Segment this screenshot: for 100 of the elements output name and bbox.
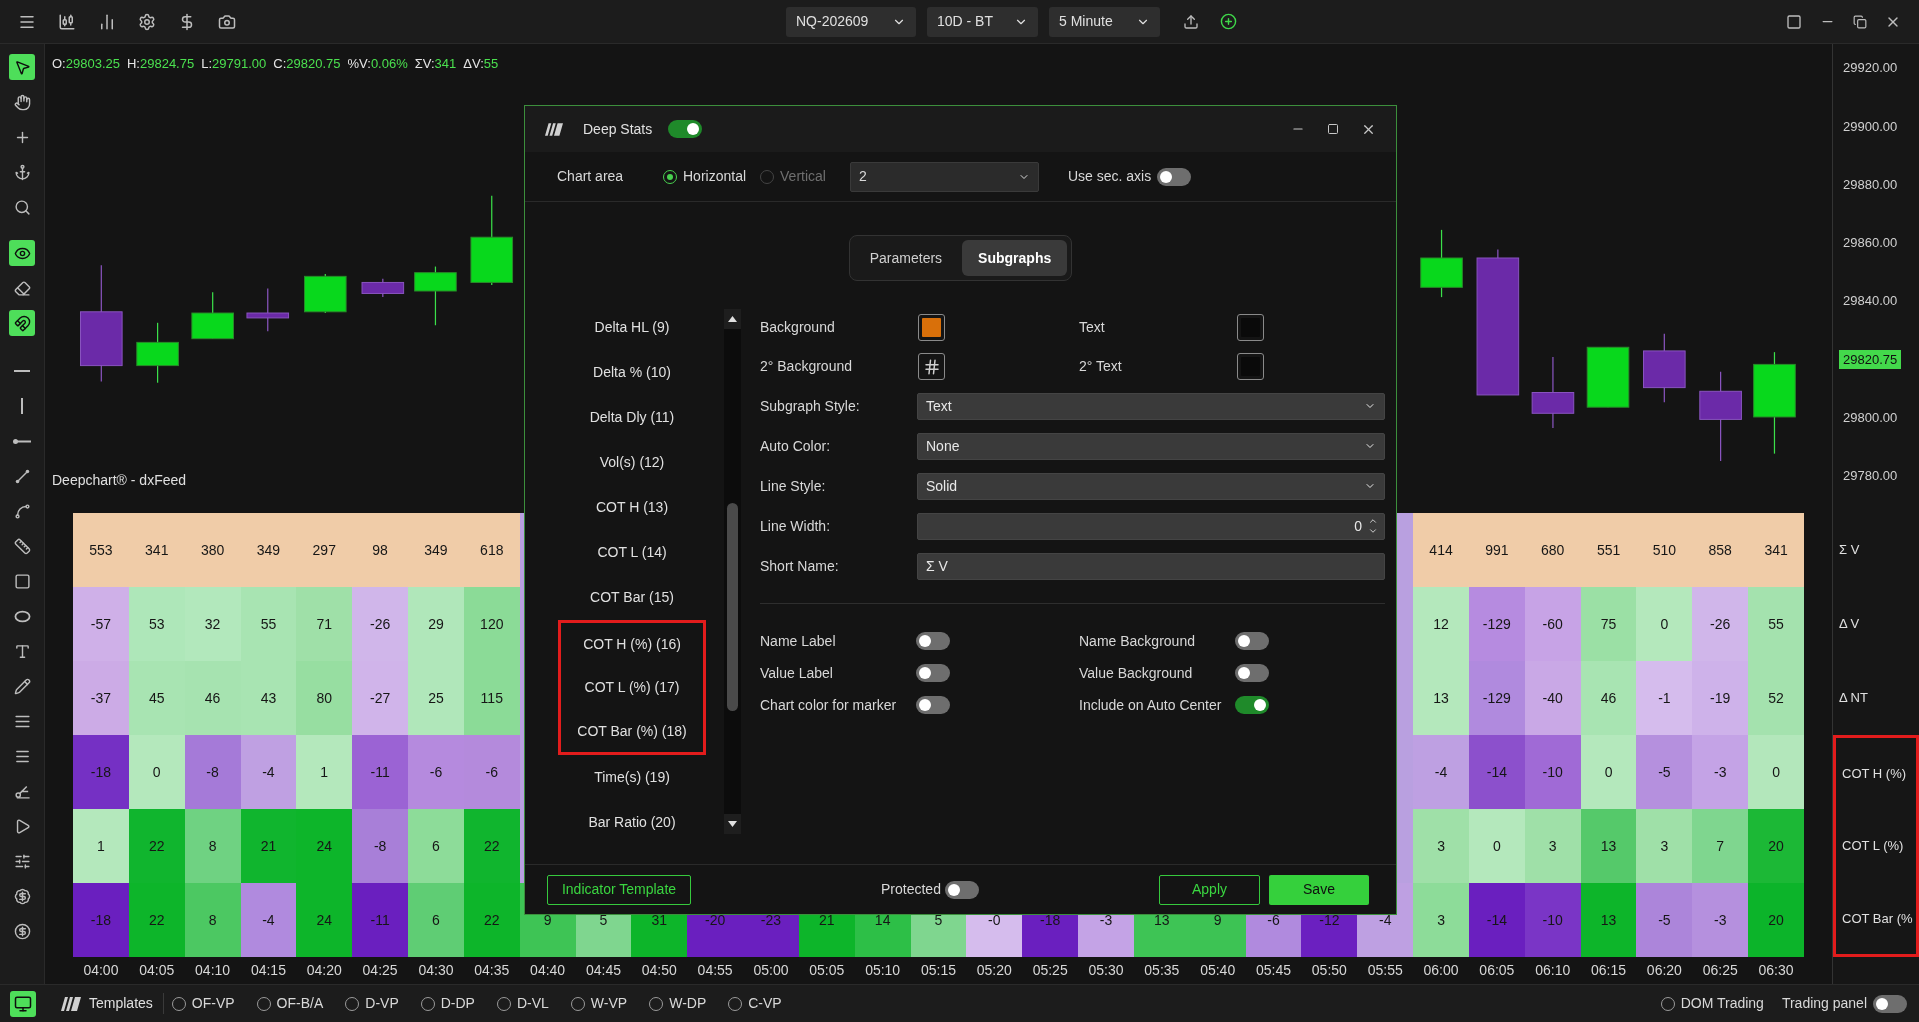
time-label: 04:10	[194, 961, 232, 980]
subgraph-item[interactable]: Vol(s) (12)	[558, 440, 706, 485]
subgraph-item[interactable]: COT L (%) (17)	[558, 665, 706, 710]
scroll-thumb[interactable]	[727, 503, 738, 711]
stat-cell: 25	[408, 661, 464, 735]
stat-cell: -6	[408, 735, 464, 809]
apply-button[interactable]: Apply	[1159, 874, 1260, 905]
add-circle-icon[interactable]	[1220, 13, 1237, 30]
radio-option[interactable]: D-DP	[420, 993, 475, 1014]
stat-cell: 22	[463, 809, 520, 883]
dollar-badge-icon	[13, 887, 31, 905]
name-input-field[interactable]: Σ V	[917, 552, 1385, 580]
subgraph-item[interactable]: COT L (14)	[558, 530, 706, 575]
save-button[interactable]: Save	[1269, 874, 1369, 905]
ruler-icon	[13, 537, 31, 555]
time-label: 04:40	[529, 961, 567, 980]
radio-option[interactable]: W-DP	[649, 993, 707, 1014]
tool-button[interactable]	[9, 54, 35, 80]
stat-cell: -10	[1524, 735, 1581, 809]
candlestick-icon[interactable]	[58, 12, 76, 31]
radio-option[interactable]: OF-B/A	[256, 993, 324, 1014]
chart-area-dropdown[interactable]: 2	[849, 161, 1039, 192]
layout-square-icon[interactable]	[1786, 13, 1802, 30]
decrement-icon[interactable]	[1368, 526, 1378, 536]
price-label: 29780.00	[1842, 467, 1899, 486]
subgraph-item[interactable]: Time(s) (19)	[558, 755, 706, 800]
number-field[interactable]: 0	[917, 512, 1385, 540]
radio-option[interactable]: W-VP	[570, 993, 628, 1014]
subgraph-item[interactable]: COT Bar (15)	[558, 575, 706, 620]
subgraph-item[interactable]: Bar Ratio (20)	[558, 800, 706, 845]
pattern-swatch[interactable]	[918, 353, 945, 380]
select-field[interactable]: Text	[917, 392, 1385, 420]
toggle-switch[interactable]	[1873, 994, 1907, 1013]
time-label: 05:10	[864, 961, 902, 980]
toggle-switch[interactable]	[916, 664, 950, 682]
radio-option[interactable]: OF-VP	[171, 993, 235, 1014]
scrollbar[interactable]	[724, 309, 741, 834]
stat-cell: -11	[352, 735, 409, 809]
rectangle-icon	[13, 572, 31, 590]
color-label: Text	[1079, 318, 1106, 337]
time-label: 05:20	[975, 961, 1013, 980]
scroll-up-icon[interactable]	[728, 316, 737, 322]
toggle-switch[interactable]	[1235, 696, 1269, 714]
toggle-switch[interactable]	[668, 120, 703, 138]
pencil-icon	[13, 677, 31, 695]
screen-toggle-button[interactable]	[9, 990, 36, 1017]
indicator-template-button[interactable]: Indicator Template	[547, 874, 691, 905]
stat-cell: 1	[296, 735, 353, 809]
radio-option[interactable]: Horizontal	[663, 166, 747, 187]
settings-icon[interactable]	[138, 12, 156, 31]
stat-cell: 8	[184, 883, 241, 957]
stat-cell: 45	[128, 661, 185, 735]
tool-button[interactable]	[9, 240, 35, 266]
scroll-down-icon[interactable]	[728, 821, 737, 827]
tool-button[interactable]	[9, 310, 35, 336]
subgraph-item[interactable]: COT H (%) (16)	[558, 620, 706, 665]
select-field[interactable]: Solid	[917, 472, 1385, 500]
stat-cell: 7	[1692, 809, 1749, 883]
subgraph-item[interactable]: Delta % (10)	[558, 350, 706, 395]
row-label: Δ NT	[1838, 689, 1869, 708]
stat-cell: 6	[408, 883, 464, 957]
subgraph-item[interactable]: Delta Dly (11)	[558, 395, 706, 440]
time-label: 06:25	[1701, 961, 1739, 980]
radio-option[interactable]: D-VP	[345, 993, 399, 1014]
dialog-title: Deep Stats	[583, 119, 653, 139]
selector-dropdown[interactable]: NQ-202609	[786, 6, 916, 37]
price-label: 29800.00	[1842, 408, 1899, 427]
sliders-icon	[13, 852, 31, 870]
export-icon[interactable]	[1183, 13, 1199, 30]
toggle-switch[interactable]	[1235, 632, 1269, 650]
bar-chart-icon[interactable]	[98, 12, 116, 31]
toggle-switch[interactable]	[916, 696, 950, 714]
selector-dropdown[interactable]: 5 Minute	[1049, 6, 1160, 37]
toggle-switch[interactable]	[1235, 664, 1269, 682]
stat-cell: -18	[73, 883, 129, 957]
time-label: 06:30	[1757, 961, 1795, 980]
field-label: Subgraph Style:	[760, 396, 861, 416]
radio-option[interactable]: D-VL	[496, 993, 549, 1014]
stat-cell: 1	[73, 809, 129, 883]
toggle-switch[interactable]	[1157, 167, 1192, 186]
stat-cell: -4	[240, 883, 297, 957]
stat-cell: 680	[1524, 513, 1581, 587]
camera-icon[interactable]	[218, 12, 236, 31]
select-field[interactable]: None	[917, 432, 1385, 460]
subgraph-item[interactable]: Delta HL (9)	[558, 305, 706, 350]
subgraph-item[interactable]: COT Bar (%) (18)	[558, 710, 706, 755]
toggle-switch[interactable]	[916, 632, 950, 650]
candlestick	[1643, 333, 1686, 403]
tab[interactable]: Subgraphs	[962, 240, 1068, 276]
maximize-icon[interactable]	[1327, 123, 1339, 135]
toggle-switch[interactable]	[944, 880, 979, 899]
stat-cell: -27	[352, 661, 409, 735]
tab[interactable]: Parameters	[853, 240, 959, 276]
templates-label: Templates	[89, 993, 164, 1014]
radio-option[interactable]: C-VP	[728, 993, 782, 1014]
selector-dropdown[interactable]: 10D - BT	[927, 6, 1038, 37]
radio-option[interactable]: DOM Trading	[1660, 993, 1764, 1014]
increment-icon[interactable]	[1368, 516, 1378, 526]
restore-icon[interactable]	[1853, 14, 1867, 29]
subgraph-item[interactable]: COT H (13)	[558, 485, 706, 530]
